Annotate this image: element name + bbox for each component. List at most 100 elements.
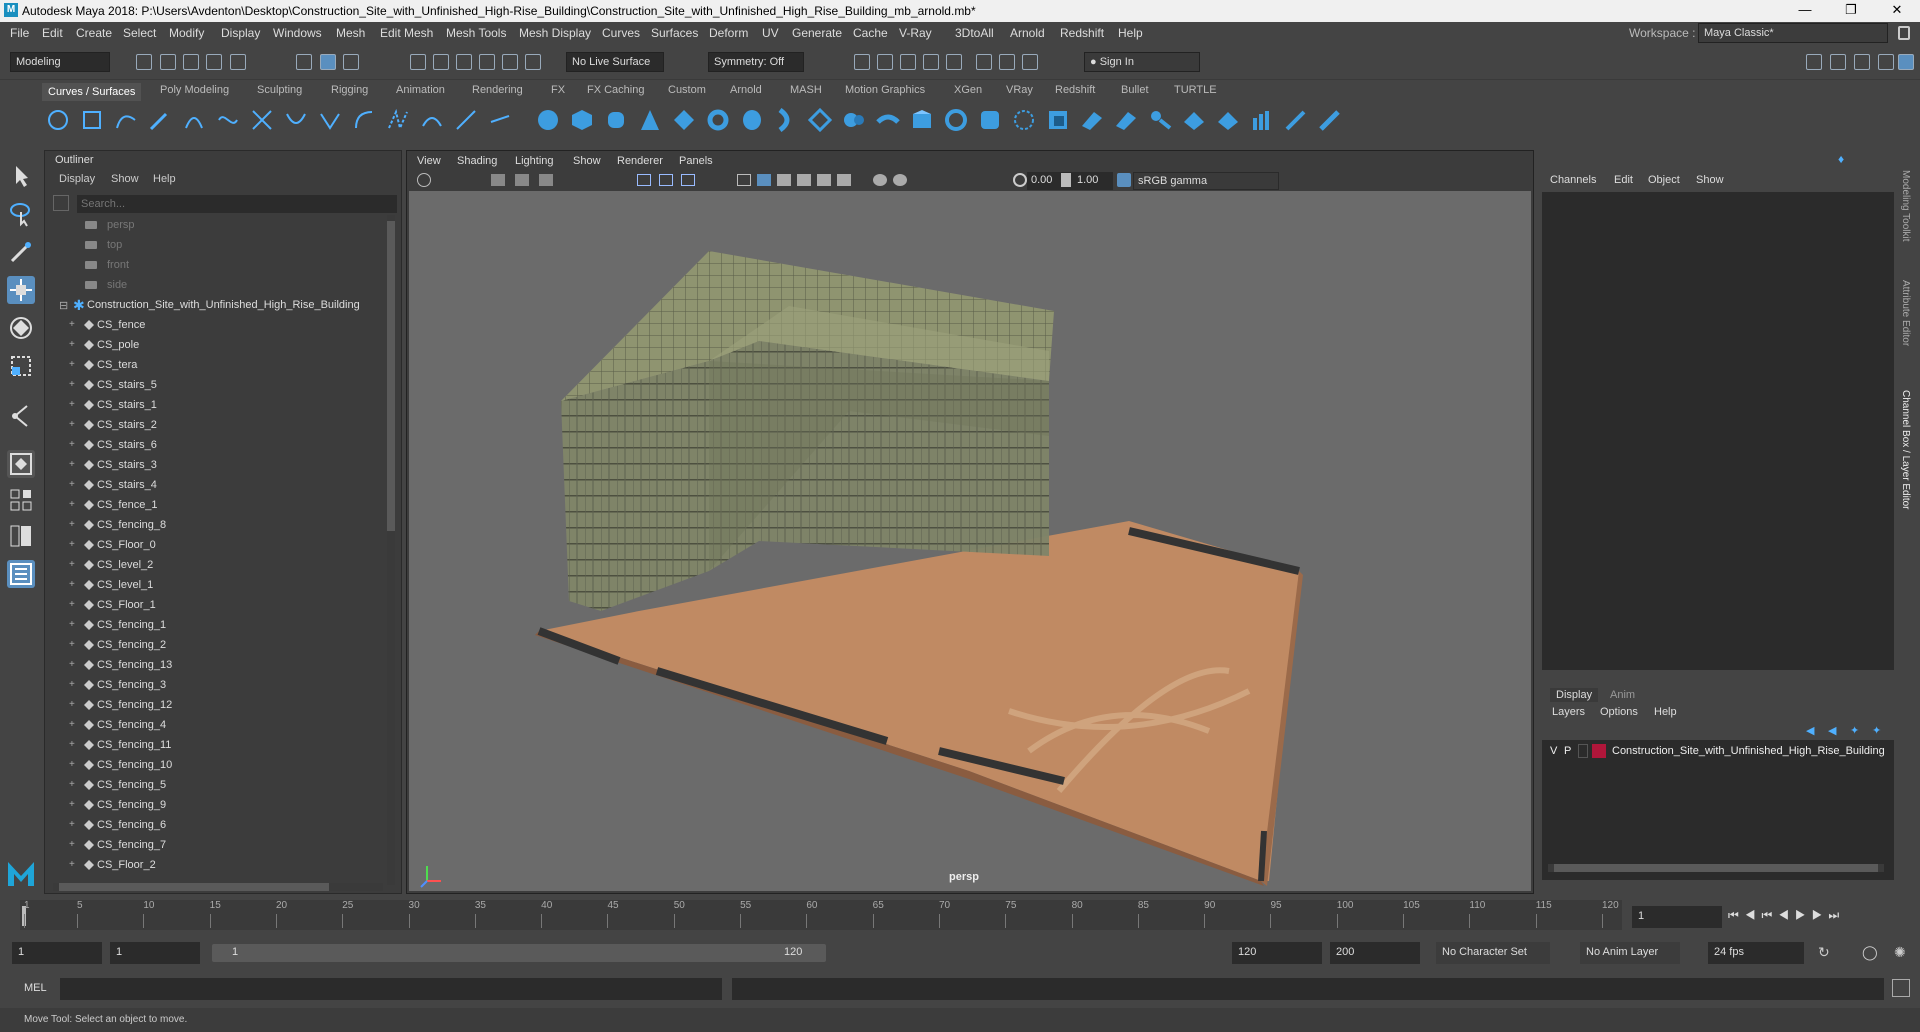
paint-select-icon[interactable] xyxy=(7,238,35,266)
new-layer-selected-icon[interactable]: ✦ xyxy=(1872,724,1881,737)
layer-color-swatch[interactable] xyxy=(1592,744,1606,758)
shelf-tab-rendering[interactable]: Rendering xyxy=(472,84,523,96)
open-scene-icon[interactable] xyxy=(160,54,176,70)
expand-icon[interactable]: + xyxy=(69,739,75,750)
menu-vray[interactable]: V-Ray xyxy=(899,26,932,40)
wireframe-icon[interactable] xyxy=(737,174,751,186)
outliner-item[interactable]: + CS_stairs_2 xyxy=(45,415,385,435)
outliner-item[interactable]: + CS_fencing_9 xyxy=(45,795,385,815)
menu-edit[interactable]: Edit xyxy=(42,26,63,40)
new-layer-icon[interactable]: ✦ xyxy=(1850,724,1859,737)
bevel-surface-icon[interactable] xyxy=(978,108,1002,132)
layer-type-toggle[interactable] xyxy=(1578,744,1588,758)
shelf-tab-fx-caching[interactable]: FX Caching xyxy=(587,84,644,96)
outliner-item[interactable]: + CS_fencing_4 xyxy=(45,715,385,735)
command-language-label[interactable]: MEL xyxy=(24,982,47,994)
layer-name[interactable]: Construction_Site_with_Unfinished_High_R… xyxy=(1612,745,1885,757)
preferences-icon[interactable]: ✺ xyxy=(1894,944,1906,961)
loft-icon[interactable] xyxy=(774,108,798,132)
channels-menu-show[interactable]: Show xyxy=(1696,174,1724,186)
menu-select[interactable]: Select xyxy=(123,26,156,40)
side-tab-attribute-editor[interactable]: Attribute Editor xyxy=(1900,280,1911,346)
boundary-icon[interactable] xyxy=(910,108,934,132)
outliner-item[interactable]: + CS_Floor_0 xyxy=(45,535,385,555)
menu-cache[interactable]: Cache xyxy=(853,26,888,40)
shelf-tab-poly-modeling[interactable]: Poly Modeling xyxy=(160,84,229,96)
live-surface-field[interactable]: No Live Surface xyxy=(566,52,664,72)
color-management-icon[interactable] xyxy=(1117,173,1131,187)
insert-knot-icon[interactable] xyxy=(488,108,512,132)
ipr-icon[interactable] xyxy=(900,54,916,70)
nurbs-torus-icon[interactable] xyxy=(706,108,730,132)
viewport-menu-show[interactable]: Show xyxy=(573,155,601,167)
persp-outliner-view-icon[interactable] xyxy=(7,522,35,550)
history-icon[interactable] xyxy=(525,54,541,70)
menu-file[interactable]: File xyxy=(10,26,29,40)
loop-icon[interactable]: ↻ xyxy=(1818,944,1830,961)
camera-attributes-icon[interactable] xyxy=(491,174,505,186)
toggle-outliner-icon[interactable] xyxy=(1898,54,1914,70)
select-camera-icon[interactable] xyxy=(417,173,431,187)
playback-controls[interactable]: ⏮◀⏮◀▶▶⏭ xyxy=(1728,908,1845,923)
outliner-item[interactable]: + CS_fencing_5 xyxy=(45,775,385,795)
four-view-icon[interactable] xyxy=(7,486,35,514)
expand-icon[interactable]: + xyxy=(69,779,75,790)
outliner-menu-show[interactable]: Show xyxy=(111,173,139,185)
render-settings-icon[interactable] xyxy=(923,54,939,70)
menu-arnold[interactable]: Arnold xyxy=(1010,26,1045,40)
nurbs-circle-icon[interactable] xyxy=(46,108,70,132)
rebuild-curve-icon[interactable] xyxy=(386,108,410,132)
cv-curve-icon[interactable] xyxy=(114,108,138,132)
menu-modify[interactable]: Modify xyxy=(169,26,204,40)
shelf-tab-turtle[interactable]: TURTLE xyxy=(1174,84,1217,96)
outliner-item[interactable]: + CS_Floor_1 xyxy=(45,595,385,615)
untrim-icon[interactable] xyxy=(1114,108,1138,132)
outliner-item[interactable]: + CS_Floor_2 xyxy=(45,855,385,875)
select-hierarchy-icon[interactable] xyxy=(296,54,312,70)
extrude-icon[interactable] xyxy=(842,108,866,132)
workspace-dropdown[interactable]: Maya Classic* xyxy=(1698,23,1888,43)
outliner-item[interactable]: + CS_stairs_6 xyxy=(45,435,385,455)
shelf-tab-motion-graphics[interactable]: Motion Graphics xyxy=(845,84,925,96)
shelf-tab-arnold[interactable]: Arnold xyxy=(730,84,762,96)
channel-box-area[interactable] xyxy=(1542,192,1894,670)
viewport-canvas[interactable]: persp xyxy=(409,191,1531,891)
outliner-item[interactable]: + CS_stairs_1 xyxy=(45,395,385,415)
outliner-item[interactable]: + CS_tera xyxy=(45,355,385,375)
outliner-filter-icon[interactable] xyxy=(53,195,69,211)
script-editor-icon[interactable] xyxy=(1892,979,1910,997)
curve-intersect-icon[interactable] xyxy=(250,108,274,132)
outliner-item[interactable]: + CS_fencing_3 xyxy=(45,675,385,695)
layer-menu-layers[interactable]: Layers xyxy=(1552,706,1585,718)
expand-icon[interactable]: + xyxy=(69,379,75,390)
outliner-search-input[interactable] xyxy=(77,195,397,213)
arc-tool-icon[interactable] xyxy=(182,108,206,132)
outliner-item[interactable]: + CS_fencing_2 xyxy=(45,635,385,655)
redo-icon[interactable] xyxy=(230,54,246,70)
expand-icon[interactable]: + xyxy=(69,599,75,610)
render-view-icon[interactable] xyxy=(854,54,870,70)
shelf-tab-mash[interactable]: MASH xyxy=(790,84,822,96)
playblast-icon[interactable] xyxy=(999,54,1015,70)
expand-icon[interactable]: + xyxy=(69,619,75,630)
outliner-item[interactable]: + CS_fencing_13 xyxy=(45,655,385,675)
animation-start-field[interactable]: 1 xyxy=(12,942,102,964)
shelf-tab-vray[interactable]: VRay xyxy=(1006,84,1033,96)
outliner-item[interactable]: + CS_fencing_11 xyxy=(45,735,385,755)
layer-menu-help[interactable]: Help xyxy=(1654,706,1677,718)
xray-icon[interactable] xyxy=(893,174,907,186)
outliner-camera-side[interactable]: side xyxy=(45,275,385,295)
menu-display[interactable]: Display xyxy=(221,26,260,40)
auto-key-icon[interactable]: ◯ xyxy=(1862,944,1878,961)
shelf-tab-animation[interactable]: Animation xyxy=(396,84,445,96)
arnold-render-icon[interactable] xyxy=(976,54,992,70)
menu-edit-mesh[interactable]: Edit Mesh xyxy=(380,26,433,40)
last-tool-icon[interactable] xyxy=(7,402,35,430)
attach-surface-icon[interactable] xyxy=(1148,108,1172,132)
layer-playback-toggle[interactable]: P xyxy=(1564,745,1571,757)
outliner-menu-display[interactable]: Display xyxy=(59,173,95,185)
outliner-item[interactable]: + CS_fencing_10 xyxy=(45,755,385,775)
layer-menu-options[interactable]: Options xyxy=(1600,706,1638,718)
menu-mesh-display[interactable]: Mesh Display xyxy=(519,26,591,40)
expand-icon[interactable]: + xyxy=(69,339,75,350)
